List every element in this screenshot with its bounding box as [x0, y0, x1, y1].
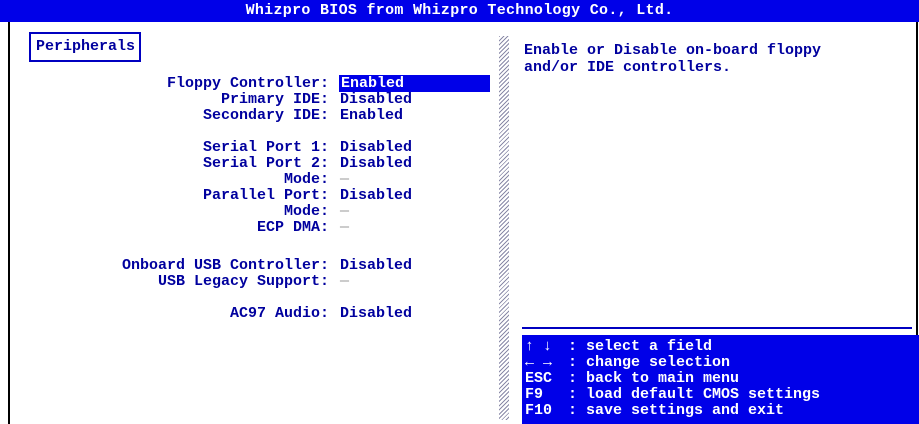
key-separator: : — [568, 338, 578, 355]
setting-label: Serial Port 2: — [202, 155, 329, 172]
setting-label: ECP DMA: — [256, 219, 329, 236]
bios-title-bar: Whizpro BIOS from Whizpro Technology Co.… — [0, 0, 919, 22]
bios-title: Whizpro BIOS from Whizpro Technology Co.… — [245, 2, 674, 19]
setting-label: Mode: — [283, 203, 329, 220]
key-description: load default CMOS settings — [586, 386, 821, 403]
setting-value-unavailable: — — [340, 203, 350, 220]
setting-value[interactable]: Disabled — [340, 257, 412, 274]
key-name: ESC — [525, 370, 553, 387]
setting-value[interactable]: Disabled — [340, 139, 412, 156]
setting-value-selected[interactable]: Enabled — [339, 75, 490, 92]
key-separator: : — [568, 402, 578, 419]
setting-label: Parallel Port: — [202, 187, 329, 204]
setting-value[interactable]: Disabled — [340, 187, 412, 204]
setting-value-unavailable: — — [340, 171, 350, 188]
key-name: F10 — [525, 402, 553, 419]
setting-label: Secondary IDE: — [202, 107, 329, 124]
key-description: select a field — [586, 338, 713, 355]
pane-divider — [499, 36, 509, 420]
setting-row-onboard-usb[interactable]: Onboard USB Controller: Disabled — [0, 257, 460, 274]
setting-row-serial-port-1[interactable]: Serial Port 1: Disabled — [0, 139, 460, 156]
help-separator — [522, 327, 912, 329]
setting-label: Serial Port 1: — [202, 139, 329, 156]
setting-label: Floppy Controller: — [166, 75, 329, 92]
setting-row-floppy-controller[interactable]: Floppy Controller: Enabled — [0, 75, 490, 92]
setting-label: Primary IDE: — [220, 91, 329, 108]
arrow-left-right-icon: ← → — [525, 354, 553, 371]
key-description: back to main menu — [586, 370, 740, 387]
key-name: F9 — [525, 386, 544, 403]
setting-row-serial-port-2[interactable]: Serial Port 2: Disabled — [0, 155, 460, 172]
setting-label: Onboard USB Controller: — [121, 257, 329, 274]
setting-label: AC97 Audio: — [229, 305, 329, 322]
key-separator: : — [568, 386, 578, 403]
setting-value-unavailable: — — [340, 273, 350, 290]
section-title: Peripherals — [29, 32, 142, 62]
setting-value[interactable]: Enabled — [340, 107, 403, 124]
help-text: Enable or Disable on-board floppy and/or… — [524, 42, 822, 76]
key-separator: : — [568, 354, 578, 371]
setting-value[interactable]: Disabled — [340, 91, 412, 108]
key-description: save settings and exit — [586, 402, 785, 419]
setting-row-parallel-port[interactable]: Parallel Port: Disabled — [0, 187, 460, 204]
key-legend: ↑ ↓ : select a field ← → : change select… — [522, 335, 919, 424]
arrow-up-down-icon: ↑ ↓ — [525, 338, 553, 355]
setting-row-parallel-mode: Mode: — — [0, 203, 460, 220]
setting-row-primary-ide[interactable]: Primary IDE: Disabled — [0, 91, 460, 108]
setting-value[interactable]: Disabled — [340, 305, 412, 322]
key-description: change selection — [586, 354, 731, 371]
setting-row-ecp-dma: ECP DMA: — — [0, 219, 460, 236]
setting-row-secondary-ide[interactable]: Secondary IDE: Enabled — [0, 107, 460, 124]
setting-value[interactable]: Disabled — [340, 155, 412, 172]
key-separator: : — [568, 370, 578, 387]
setting-label: USB Legacy Support: — [157, 273, 329, 290]
setting-value-unavailable: — — [340, 219, 350, 236]
setting-label: Mode: — [283, 171, 329, 188]
setting-row-usb-legacy: USB Legacy Support: — — [0, 273, 460, 290]
setting-row-ac97-audio[interactable]: AC97 Audio: Disabled — [0, 305, 460, 322]
setting-row-serial-mode: Mode: — — [0, 171, 460, 188]
